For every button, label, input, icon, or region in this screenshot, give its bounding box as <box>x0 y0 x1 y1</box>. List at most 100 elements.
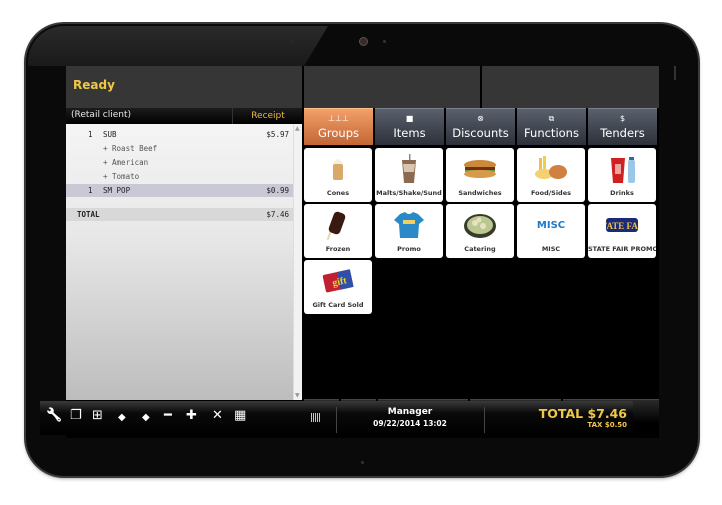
home-indicator <box>361 461 364 464</box>
current-user: Manager <box>387 407 433 417</box>
scroll-up-arrow-icon[interactable]: ▲ <box>295 125 300 132</box>
item-desc: + American <box>103 158 149 167</box>
tab-label: Functions <box>524 126 579 140</box>
total-value: $7.46 <box>266 210 289 219</box>
info-pane-2 <box>482 66 659 108</box>
group-tile-misc[interactable]: MISC MISC <box>517 204 585 258</box>
group-tile-frozen[interactable]: Frozen <box>304 204 372 258</box>
discount-icon: ⊗ <box>477 114 484 123</box>
status-panel: Ready <box>66 66 302 108</box>
ice-pop-icon <box>321 210 355 241</box>
group-name: STATE FAIR PROMO <box>588 245 656 253</box>
pos-screen: Ready (Retail client) Receipt 1 SUB $5.9… <box>66 66 659 438</box>
platter-icon <box>463 210 497 240</box>
group-tile-promo[interactable]: Promo <box>375 204 443 258</box>
receipt-modifier-row[interactable]: + American <box>66 156 294 169</box>
tab-groups[interactable]: ⊥⊥⊥ Groups <box>304 108 373 145</box>
state-fair-logo-icon: STATE FAIR <box>596 210 648 240</box>
fries-icon <box>534 154 568 184</box>
group-name: MISC <box>541 245 561 253</box>
side-button <box>674 66 676 80</box>
receipt-item-row[interactable]: 1 SM POP $0.99 <box>66 184 294 197</box>
copy-icon[interactable]: ❐ <box>70 409 82 423</box>
arrow-left-icon[interactable]: ◆ <box>118 411 126 425</box>
item-desc: + Tomato <box>103 172 140 181</box>
square-icon: ■ <box>405 114 414 123</box>
group-name: Drinks <box>610 189 634 197</box>
grand-total: TOTAL $7.46 <box>538 406 627 421</box>
group-tile-malts-shake-sund[interactable]: Malts/Shake/Sund <box>375 148 443 202</box>
multiply-icon[interactable]: ✕ <box>212 409 223 423</box>
date-time: 09/22/2014 13:02 <box>373 419 447 428</box>
minus-icon[interactable]: ━ <box>164 409 172 423</box>
hierarchy-icon: ⊥⊥⊥ <box>328 114 349 123</box>
tab-label: Tenders <box>600 126 645 140</box>
tab-functions[interactable]: ⧉ Functions <box>517 108 586 145</box>
plus-icon[interactable]: ✚ <box>186 409 197 423</box>
functions-icon: ⧉ <box>548 114 555 123</box>
group-name: Sandwiches <box>458 189 502 197</box>
item-desc: SUB <box>103 130 117 139</box>
group-tile-sandwiches[interactable]: Sandwiches <box>446 148 514 202</box>
total-label: TOTAL <box>77 210 100 219</box>
group-name: Cones <box>326 189 350 197</box>
group-name: Frozen <box>325 245 351 253</box>
item-qty: 1 <box>88 130 93 139</box>
group-tile-cones[interactable]: Cones <box>304 148 372 202</box>
tab-discounts[interactable]: ⊗ Discounts <box>446 108 515 145</box>
milkshake-icon <box>392 154 426 184</box>
group-grid: Cones Malts/Shake/Sund Sandwiches Food/Side… <box>304 148 659 398</box>
group-name: Food/Sides <box>531 189 571 197</box>
barcode-icon[interactable]: ||||| <box>310 411 321 425</box>
receipt-modifier-row[interactable]: + Roast Beef <box>66 142 294 155</box>
bezel-reflection <box>28 26 328 66</box>
ice-cream-cone-icon <box>321 154 355 184</box>
item-desc: SM POP <box>103 186 131 195</box>
toolbar-divider <box>336 407 337 433</box>
receipt-header: (Retail client) Receipt <box>66 108 302 124</box>
calculator-icon[interactable]: ▦ <box>234 409 246 423</box>
group-tile-catering[interactable]: Catering <box>446 204 514 258</box>
group-name: Catering <box>464 245 496 253</box>
bottom-toolbar: 🔧 ❐ ⊞ ◆ ◆ ━ ✚ ✕ ▦ ||||| Manager 09/22/2014 13:02 … <box>40 401 633 435</box>
group-tile-food-sides[interactable]: Food/Sides <box>517 148 585 202</box>
item-desc: + Roast Beef <box>103 144 158 153</box>
item-price: $0.99 <box>266 186 289 195</box>
tab-items[interactable]: ■ Items <box>375 108 444 145</box>
receipt-tab[interactable]: Receipt <box>232 108 303 124</box>
category-tabs: ⊥⊥⊥ Groups ■ Items ⊗ Discounts ⧉ Functions $… <box>304 108 659 146</box>
sandwich-icon <box>463 154 497 184</box>
group-name: Promo <box>397 245 421 253</box>
tab-label: Discounts <box>452 126 509 140</box>
group-name: Gift Card Sold <box>312 301 364 309</box>
receipt-scrollbar[interactable]: ▲ ▼ <box>293 124 302 400</box>
light-sensor <box>290 39 294 43</box>
tab-label: Groups <box>317 126 359 140</box>
group-name: Malts/Shake/Sund <box>376 189 442 197</box>
money-icon: $ <box>619 114 626 123</box>
tax-amount: TAX $0.50 <box>587 421 627 429</box>
status-title: Ready <box>73 78 115 92</box>
receipt-modifier-row[interactable]: + Tomato <box>66 170 294 183</box>
toolbar-divider <box>484 407 485 433</box>
tab-label: Items <box>393 126 426 140</box>
info-pane-1 <box>304 66 480 108</box>
misc-text-icon: MISC <box>536 220 566 231</box>
receipt-label: Receipt <box>251 111 285 121</box>
wrench-icon[interactable]: 🔧 <box>46 409 62 423</box>
receipt-total-row: TOTAL $7.46 <box>66 208 294 221</box>
group-tile-state-fair-promo[interactable]: STATE FAIR STATE FAIR PROMO <box>588 204 656 258</box>
proximity-sensor <box>383 40 386 43</box>
client-name[interactable]: (Retail client) <box>71 110 131 120</box>
receipt-list: 1 SUB $5.97 + Roast Beef + American + To… <box>66 124 302 400</box>
group-tile-drinks[interactable]: Drinks <box>588 148 656 202</box>
arrow-right-icon[interactable]: ◆ <box>142 411 150 425</box>
scroll-down-arrow-icon[interactable]: ▼ <box>295 392 300 399</box>
tab-tenders[interactable]: $ Tenders <box>588 108 657 145</box>
receipt-item-row[interactable]: 1 SUB $5.97 <box>66 128 294 141</box>
camera-icon <box>359 37 368 46</box>
tshirt-icon <box>392 210 426 240</box>
item-qty: 1 <box>88 186 93 195</box>
grid-icon[interactable]: ⊞ <box>92 409 103 423</box>
group-tile-gift-card-sold[interactable]: gift Gift Card Sold <box>304 260 372 314</box>
